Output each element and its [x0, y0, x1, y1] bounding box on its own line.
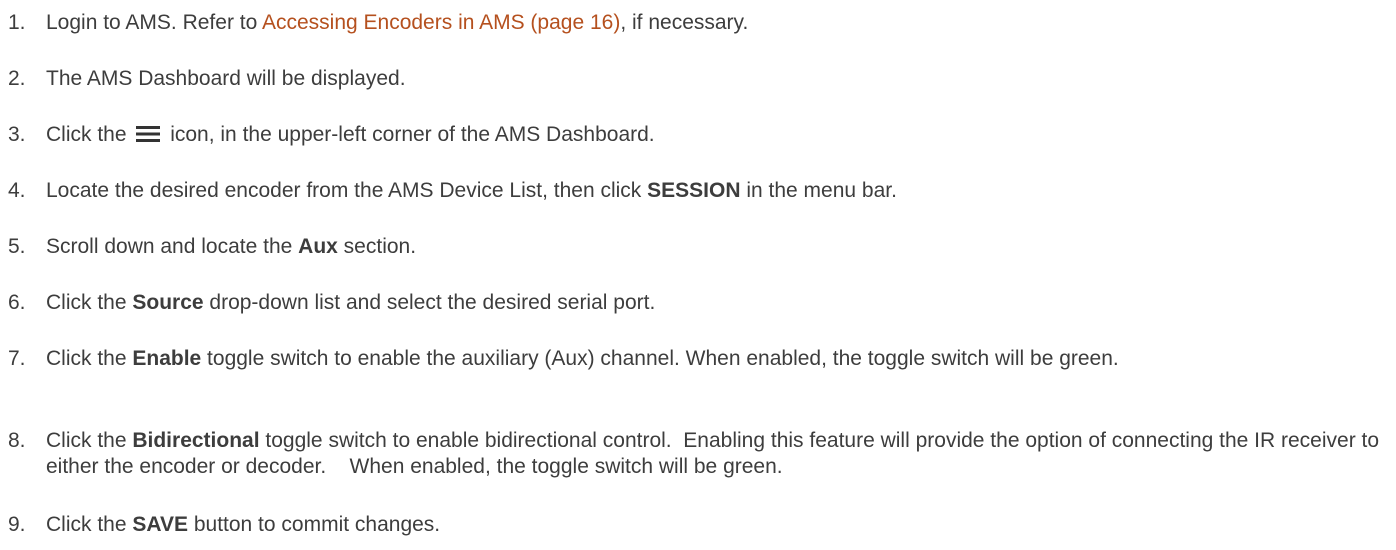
step-number: 8.	[8, 429, 26, 452]
step-7: 7. Click the Enable toggle switch to ena…	[0, 346, 1380, 372]
step-number: 3.	[8, 123, 26, 146]
step-8: 8. Click the Bidirectional toggle switch…	[0, 428, 1380, 480]
step-text: Locate the desired encoder from the AMS …	[46, 179, 897, 202]
menu-icon	[136, 125, 161, 143]
step-6: 6. Click the Source drop-down list and s…	[0, 290, 1380, 316]
step-text: Click the Enable toggle switch to enable…	[46, 347, 1119, 370]
step-number: 7.	[8, 347, 26, 370]
enable-keyword: Enable	[132, 347, 202, 370]
instruction-list: 1. Login to AMS. Refer to Accessing Enco…	[0, 0, 1396, 550]
bidirectional-keyword: Bidirectional	[132, 429, 260, 452]
step-text: The AMS Dashboard will be displayed.	[46, 67, 406, 90]
accessing-encoders-link[interactable]: Accessing Encoders in AMS (page 16)	[262, 11, 620, 34]
step-1: 1. Login to AMS. Refer to Accessing Enco…	[0, 10, 1380, 36]
step-3: 3. Click the icon, in the upper-left cor…	[0, 122, 1380, 148]
step-text: Click the icon, in the upper-left corner…	[46, 123, 655, 146]
step-number: 5.	[8, 235, 26, 258]
step-number: 4.	[8, 179, 26, 202]
step-4: 4. Locate the desired encoder from the A…	[0, 178, 1380, 204]
step-text: Click the Source drop-down list and sele…	[46, 291, 656, 314]
step-text: Click the SAVE button to commit changes.	[46, 513, 441, 536]
step-text: Scroll down and locate the Aux section.	[46, 235, 417, 258]
step-text: Click the Bidirectional toggle switch to…	[46, 429, 1385, 478]
step-2: 2. The AMS Dashboard will be displayed.	[0, 66, 1380, 92]
step-number: 1.	[8, 11, 26, 34]
aux-keyword: Aux	[298, 235, 338, 258]
step-9: 9. Click the SAVE button to commit chang…	[0, 512, 1380, 538]
step-5: 5. Scroll down and locate the Aux sectio…	[0, 234, 1380, 260]
save-keyword: SAVE	[132, 513, 188, 536]
step-text: Login to AMS. Refer to Accessing Encoder…	[46, 11, 749, 34]
step-number: 6.	[8, 291, 26, 314]
step-number: 9.	[8, 513, 26, 536]
source-keyword: Source	[132, 291, 204, 314]
step-number: 2.	[8, 67, 26, 90]
session-keyword: SESSION	[647, 179, 741, 202]
